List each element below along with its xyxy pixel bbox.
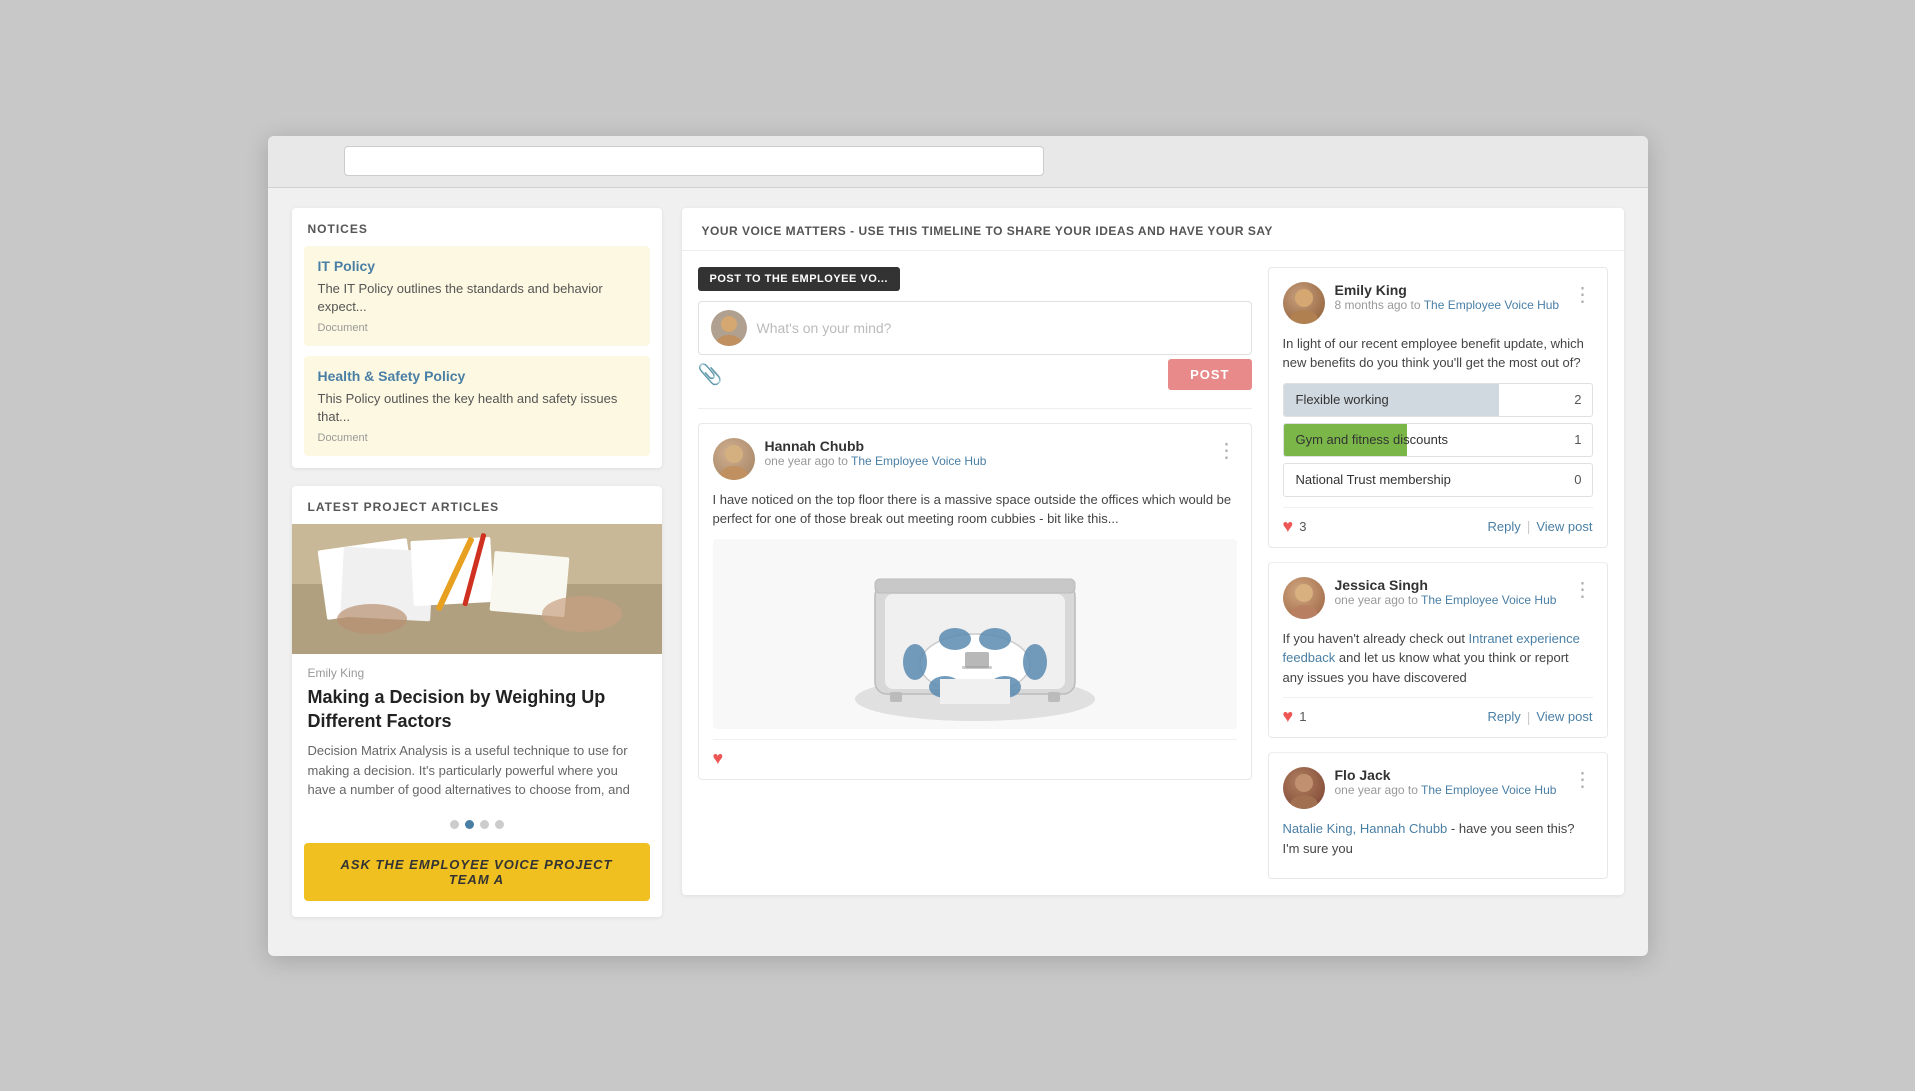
hannah-name: Hannah Chubb — [765, 438, 1207, 454]
post-to-button[interactable]: POST TO THE EMPLOYEE VO... — [698, 267, 900, 291]
emily-name: Emily King — [1335, 282, 1563, 298]
post-placeholder[interactable]: What's on your mind? — [757, 320, 1239, 336]
article-image — [292, 524, 662, 654]
voice-body: POST TO THE EMPLOYEE VO... What's on you… — [682, 251, 1624, 896]
article-excerpt: Decision Matrix Analysis is a useful tec… — [292, 741, 662, 812]
jessica-post-text: If you haven't already check out Intrane… — [1283, 629, 1593, 688]
flo-author-row: Flo Jack one year ago to The Employee Vo… — [1283, 767, 1593, 809]
notices-card: NOTICES IT Policy The IT Policy outlines… — [292, 208, 662, 469]
emily-like-count: 3 — [1299, 519, 1306, 534]
post-bottom-row: 📎 POST — [698, 355, 1252, 394]
jessica-reply-link[interactable]: Reply — [1487, 709, 1520, 724]
dot-2[interactable] — [465, 820, 474, 829]
poll-count-gym: 1 — [1564, 432, 1591, 447]
emily-post-actions: ♥ 3 Reply | View post — [1283, 507, 1593, 537]
notice-it-policy-desc: The IT Policy outlines the standards and… — [318, 280, 636, 316]
articles-card: LATEST PROJECT ARTICLES — [292, 486, 662, 916]
post-area: POST TO THE EMPLOYEE VO... What's on you… — [698, 267, 1252, 880]
flo-post: Flo Jack one year ago to The Employee Vo… — [1268, 752, 1608, 879]
articles-title: LATEST PROJECT ARTICLES — [292, 486, 662, 524]
hannah-post: Hannah Chubb one year ago to The Employe… — [698, 423, 1252, 780]
top-bar — [268, 136, 1648, 188]
attach-icon[interactable]: 📎 — [698, 362, 723, 387]
jessica-like-icon[interactable]: ♥ — [1283, 706, 1294, 727]
main-window: NOTICES IT Policy The IT Policy outlines… — [268, 136, 1648, 956]
more-options-icon[interactable]: ⋮ — [1217, 438, 1237, 463]
dot-3[interactable] — [480, 820, 489, 829]
ask-button[interactable]: Ask the Employee Voice Project Team a — [304, 843, 650, 901]
poll-count-flexible: 2 — [1564, 392, 1591, 407]
dot-4[interactable] — [495, 820, 504, 829]
emily-avatar — [1283, 282, 1325, 324]
jessica-post-actions: ♥ 1 Reply | View post — [1283, 697, 1593, 727]
jessica-more-icon[interactable]: ⋮ — [1573, 577, 1593, 602]
jessica-like-count: 1 — [1299, 709, 1306, 724]
emily-meta: 8 months ago to The Employee Voice Hub — [1335, 298, 1563, 312]
hannah-author-row: Hannah Chubb one year ago to The Employe… — [713, 438, 1237, 480]
emily-view-link[interactable]: View post — [1536, 519, 1592, 534]
notice-it-policy-type: Document — [318, 322, 636, 334]
jessica-author-row: Jessica Singh one year ago to The Employ… — [1283, 577, 1593, 619]
jessica-view-link[interactable]: View post — [1536, 709, 1592, 724]
flo-more-icon[interactable]: ⋮ — [1573, 767, 1593, 792]
voice-header: YOUR VOICE MATTERS - USE THIS TIMELINE T… — [682, 208, 1624, 251]
left-panel: NOTICES IT Policy The IT Policy outlines… — [292, 208, 662, 936]
voice-right: Emily King 8 months ago to The Employee … — [1268, 267, 1608, 880]
notice-hs-type: Document — [318, 432, 636, 444]
notice-item-health-safety[interactable]: Health & Safety Policy This Policy outli… — [304, 356, 650, 456]
flo-meta: one year ago to The Employee Voice Hub — [1335, 783, 1563, 797]
jessica-post: Jessica Singh one year ago to The Employ… — [1268, 562, 1608, 739]
hannah-author-info: Hannah Chubb one year ago to The Employe… — [765, 438, 1207, 468]
poll-option-flexible[interactable]: Flexible working 2 — [1283, 383, 1593, 417]
jessica-meta: one year ago to The Employee Voice Hub — [1335, 593, 1563, 607]
post-button[interactable]: POST — [1168, 359, 1251, 390]
jessica-avatar — [1283, 577, 1325, 619]
jessica-name: Jessica Singh — [1335, 577, 1563, 593]
flo-author-info: Flo Jack one year ago to The Employee Vo… — [1335, 767, 1563, 797]
compose-area: POST TO THE EMPLOYEE VO... What's on you… — [698, 267, 1252, 394]
emily-like-icon[interactable]: ♥ — [1283, 516, 1294, 537]
emily-author-row: Emily King 8 months ago to The Employee … — [1283, 282, 1593, 324]
poll-container: Flexible working 2 Gym and fitness disco… — [1283, 383, 1593, 497]
carousel-dots — [292, 812, 662, 843]
flo-post-text: Natalie King, Hannah Chubb - have you se… — [1283, 819, 1593, 858]
notice-hs-desc: This Policy outlines the key health and … — [318, 390, 636, 426]
poll-option-gym[interactable]: Gym and fitness discounts 1 — [1283, 423, 1593, 457]
post-input-row: What's on your mind? — [698, 301, 1252, 355]
emily-question: In light of our recent employee benefit … — [1283, 334, 1593, 373]
flo-name: Flo Jack — [1335, 767, 1563, 783]
emily-reply-link[interactable]: Reply — [1487, 519, 1520, 534]
notices-title: NOTICES — [292, 208, 662, 246]
emily-author-info: Emily King 8 months ago to The Employee … — [1335, 282, 1563, 312]
hannah-post-text: I have noticed on the top floor there is… — [713, 490, 1237, 529]
hannah-meta: one year ago to The Employee Voice Hub — [765, 454, 1207, 468]
content-area: NOTICES IT Policy The IT Policy outlines… — [268, 188, 1648, 956]
hannah-like-icon[interactable]: ♥ — [713, 748, 724, 769]
dot-1[interactable] — [450, 820, 459, 829]
article-author: Emily King — [292, 654, 662, 680]
user-avatar — [711, 310, 747, 346]
notice-hs-title: Health & Safety Policy — [318, 368, 636, 384]
search-bar[interactable] — [344, 146, 1044, 176]
notice-it-policy-title: IT Policy — [318, 258, 636, 274]
hannah-post-actions: ♥ — [713, 739, 1237, 769]
main-panel: YOUR VOICE MATTERS - USE THIS TIMELINE T… — [682, 208, 1624, 936]
poll-label-gym: Gym and fitness discounts — [1284, 432, 1565, 447]
poll-option-national-trust[interactable]: National Trust membership 0 — [1283, 463, 1593, 497]
poll-count-national-trust: 0 — [1564, 472, 1591, 487]
emily-post: Emily King 8 months ago to The Employee … — [1268, 267, 1608, 548]
voice-card: YOUR VOICE MATTERS - USE THIS TIMELINE T… — [682, 208, 1624, 896]
meeting-pod-image — [713, 539, 1237, 729]
jessica-author-info: Jessica Singh one year ago to The Employ… — [1335, 577, 1563, 607]
flo-avatar — [1283, 767, 1325, 809]
article-title[interactable]: Making a Decision by Weighing Up Differe… — [292, 680, 662, 741]
poll-label-national-trust: National Trust membership — [1284, 472, 1565, 487]
hannah-avatar — [713, 438, 755, 480]
emily-more-icon[interactable]: ⋮ — [1573, 282, 1593, 307]
notice-item-it-policy[interactable]: IT Policy The IT Policy outlines the sta… — [304, 246, 650, 346]
mention-link[interactable]: Natalie King, Hannah Chubb — [1283, 821, 1448, 836]
poll-label-flexible: Flexible working — [1284, 392, 1565, 407]
